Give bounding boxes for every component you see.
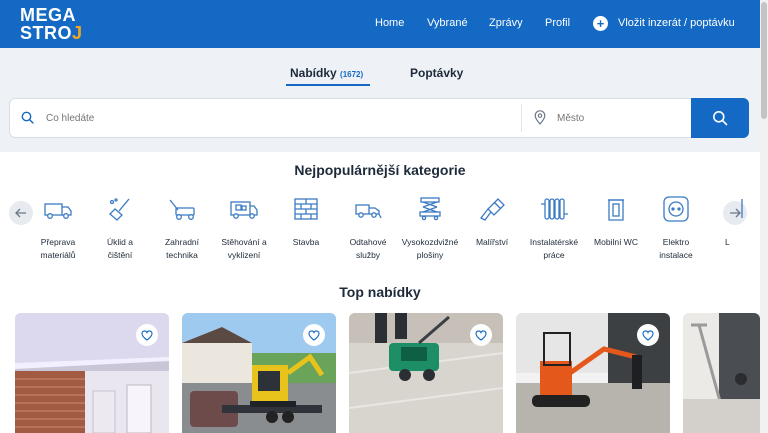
category-label-line2: plošiny: [416, 250, 444, 260]
category-instalaterske[interactable]: Instalatérské práce: [522, 196, 586, 262]
heart-icon: [141, 330, 153, 341]
tab-nabidky-label: Nabídky: [290, 66, 337, 80]
search-button-icon: [713, 111, 728, 126]
location-pin-icon: [534, 110, 546, 125]
logo-line-1: MEGA: [20, 5, 76, 25]
search-divider: [521, 104, 522, 132]
category-label-line2: práce: [543, 250, 565, 260]
category-label-line1: L: [725, 237, 730, 247]
category-label-line1: Stavba: [292, 237, 320, 247]
category-label-line1: Zahradní: [164, 237, 200, 247]
scissor-lift-icon: [419, 197, 441, 221]
power-socket-icon: [663, 196, 689, 222]
category-label-line2: technika: [166, 250, 198, 260]
category-label-line1: Přeprava: [40, 237, 76, 247]
favorite-button[interactable]: [136, 324, 158, 346]
category-uklid[interactable]: Úklid a čištění: [88, 196, 152, 262]
category-plosiny[interactable]: Vysokozdvižné plošiny: [398, 196, 462, 262]
heart-icon: [308, 330, 320, 341]
scrollbar-thumb[interactable]: [761, 2, 767, 119]
tow-truck-icon: [355, 204, 382, 219]
moving-truck-icon: [230, 201, 258, 219]
category-mobilni-wc[interactable]: Mobilní WC: [584, 196, 648, 249]
category-label-line2: materiálů: [40, 250, 76, 260]
category-label-line1: Stěhování a: [221, 237, 267, 247]
cleaning-icon: [109, 198, 130, 221]
paint-brush-icon: [480, 198, 505, 221]
top-offers-title: Top nabídky: [339, 284, 421, 300]
category-label-line1: Odtahové: [349, 237, 387, 247]
category-malirstvi[interactable]: Malířství: [460, 196, 524, 249]
nav-post-listing[interactable]: Vložit inzerát / poptávku: [618, 17, 735, 29]
offer-card[interactable]: [516, 313, 670, 433]
category-label-line2: služby: [355, 250, 381, 260]
category-zahradni[interactable]: Zahradní technika: [150, 196, 214, 262]
brick-wall-icon: [294, 198, 318, 220]
nav-vybrane[interactable]: Vybrané: [427, 17, 468, 29]
category-label-line1: Mobilní WC: [594, 237, 638, 247]
logo-j-mark: J: [72, 23, 83, 43]
category-stehovani[interactable]: Stěhování a vyklizení: [212, 196, 276, 262]
categories-title: Nejpopulárnější kategorie: [294, 162, 466, 178]
partial-category-icon: [741, 199, 743, 218]
offer-card[interactable]: [182, 313, 336, 433]
radiator-icon: [541, 198, 568, 220]
offer-card[interactable]: [15, 313, 169, 433]
category-label-line1: Úklid a: [107, 237, 133, 247]
logo[interactable]: MEGA STROJ: [20, 6, 83, 42]
category-stavba[interactable]: Stavba: [274, 196, 338, 249]
search-input[interactable]: [46, 108, 506, 128]
category-partial[interactable]: L: [706, 196, 748, 249]
portable-toilet-icon: [608, 199, 624, 221]
offer-card[interactable]: [349, 313, 503, 433]
category-label-line2: vyklizení: [227, 250, 261, 260]
tab-poptavky[interactable]: Poptávky: [410, 66, 463, 80]
heart-icon: [642, 330, 654, 341]
truck-icon: [44, 203, 72, 219]
favorite-button[interactable]: [637, 324, 659, 346]
category-label-line1: Malířství: [475, 237, 509, 247]
category-label-line1: Vysokozdvižné: [401, 237, 459, 247]
offer-card[interactable]: [683, 313, 760, 433]
category-label-line1: Instalatérské: [529, 237, 579, 247]
search-icon: [21, 111, 34, 124]
tab-nabidky[interactable]: Nabídky (1672): [290, 66, 363, 80]
search-button[interactable]: [691, 98, 749, 138]
plus-icon[interactable]: +: [593, 16, 608, 31]
category-label-line2: instalace: [659, 250, 693, 260]
lawnmower-icon: [169, 199, 195, 220]
heart-icon: [475, 330, 487, 341]
category-odtahove[interactable]: Odtahové služby: [336, 196, 400, 262]
favorite-button[interactable]: [470, 324, 492, 346]
tab-nabidky-count: (1672): [340, 70, 364, 79]
nav-zpravy[interactable]: Zprávy: [489, 17, 523, 29]
nav-home[interactable]: Home: [375, 17, 404, 29]
active-tab-indicator: [286, 84, 370, 86]
category-label-line2: čištění: [107, 250, 133, 260]
nav-profil[interactable]: Profil: [545, 17, 570, 29]
category-label-line1: Elektro: [662, 237, 690, 247]
category-elektro[interactable]: Elektro instalace: [644, 196, 708, 262]
logo-line-2: STROJ: [20, 23, 83, 43]
offer-photo-partial: [683, 313, 760, 433]
favorite-button[interactable]: [303, 324, 325, 346]
city-input[interactable]: [557, 108, 677, 128]
category-preprava[interactable]: Přeprava materiálů: [26, 196, 90, 262]
